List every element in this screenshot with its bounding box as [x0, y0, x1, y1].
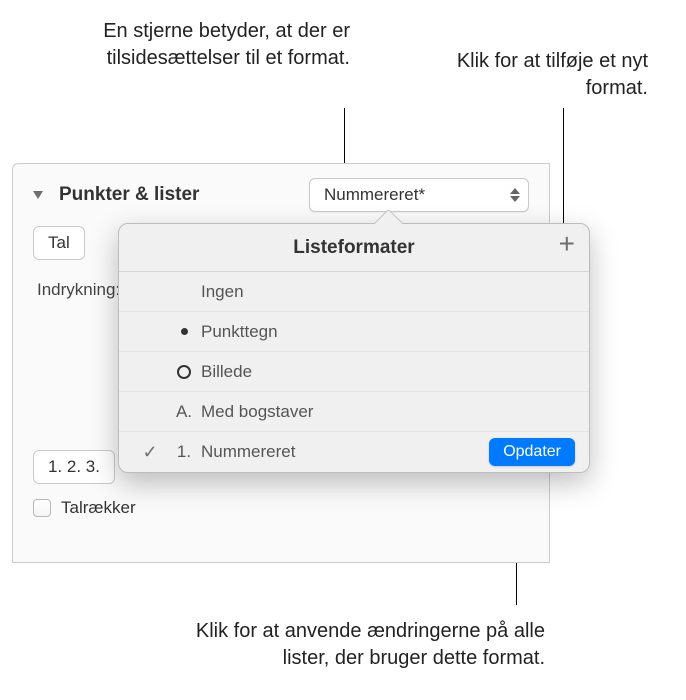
list-style-dropdown[interactable]: Nummereret*	[309, 178, 529, 212]
callout-update: Klik for at anvende ændringerne på alle …	[165, 618, 545, 672]
list-format-label: Punkttegn	[201, 322, 575, 342]
list-format-label: Billede	[201, 362, 575, 382]
list-type-dropdown[interactable]: Tal	[33, 226, 85, 260]
number-sequence-checkbox[interactable]	[33, 499, 51, 517]
popover-title: Listeformater	[293, 237, 414, 259]
list-format-row[interactable]: Ingen	[119, 272, 589, 312]
callout-asterisk: En stjerne betyder, at der er tilsidesæt…	[50, 18, 350, 72]
bullet-dot-icon	[167, 328, 201, 335]
list-format-row[interactable]: Punkttegn	[119, 312, 589, 352]
section-title: Punkter & lister	[59, 184, 199, 206]
update-format-button[interactable]: Opdater	[489, 438, 575, 466]
list-prefix: 1.	[167, 442, 201, 462]
list-format-label: Ingen	[201, 282, 575, 302]
image-bullet-icon	[167, 365, 201, 379]
disclosure-triangle-icon[interactable]	[33, 191, 43, 199]
list-format-label: Med bogstaver	[201, 402, 575, 422]
list-formats-popover: Listeformater + IngenPunkttegnBilledeA.M…	[118, 223, 590, 473]
stepper-chevrons-icon	[498, 188, 520, 202]
numbering-format-value: 1. 2. 3.	[48, 457, 100, 477]
number-sequence-label: Talrækker	[61, 498, 136, 518]
list-type-value: Tal	[48, 233, 70, 253]
list-format-row[interactable]: Billede	[119, 352, 589, 392]
list-style-value: Nummereret*	[324, 185, 425, 205]
numbering-format-dropdown[interactable]: 1. 2. 3.	[33, 450, 115, 484]
list-format-row[interactable]: A.Med bogstaver	[119, 392, 589, 432]
list-format-label: Nummereret	[201, 442, 489, 462]
list-prefix: A.	[167, 402, 201, 422]
list-format-row[interactable]: ✓1.NummereretOpdater	[119, 432, 589, 472]
checkmark-icon: ✓	[133, 442, 167, 463]
callout-add-format: Klik for at tilføje et nyt format.	[418, 48, 648, 102]
add-format-button[interactable]: +	[559, 230, 575, 258]
